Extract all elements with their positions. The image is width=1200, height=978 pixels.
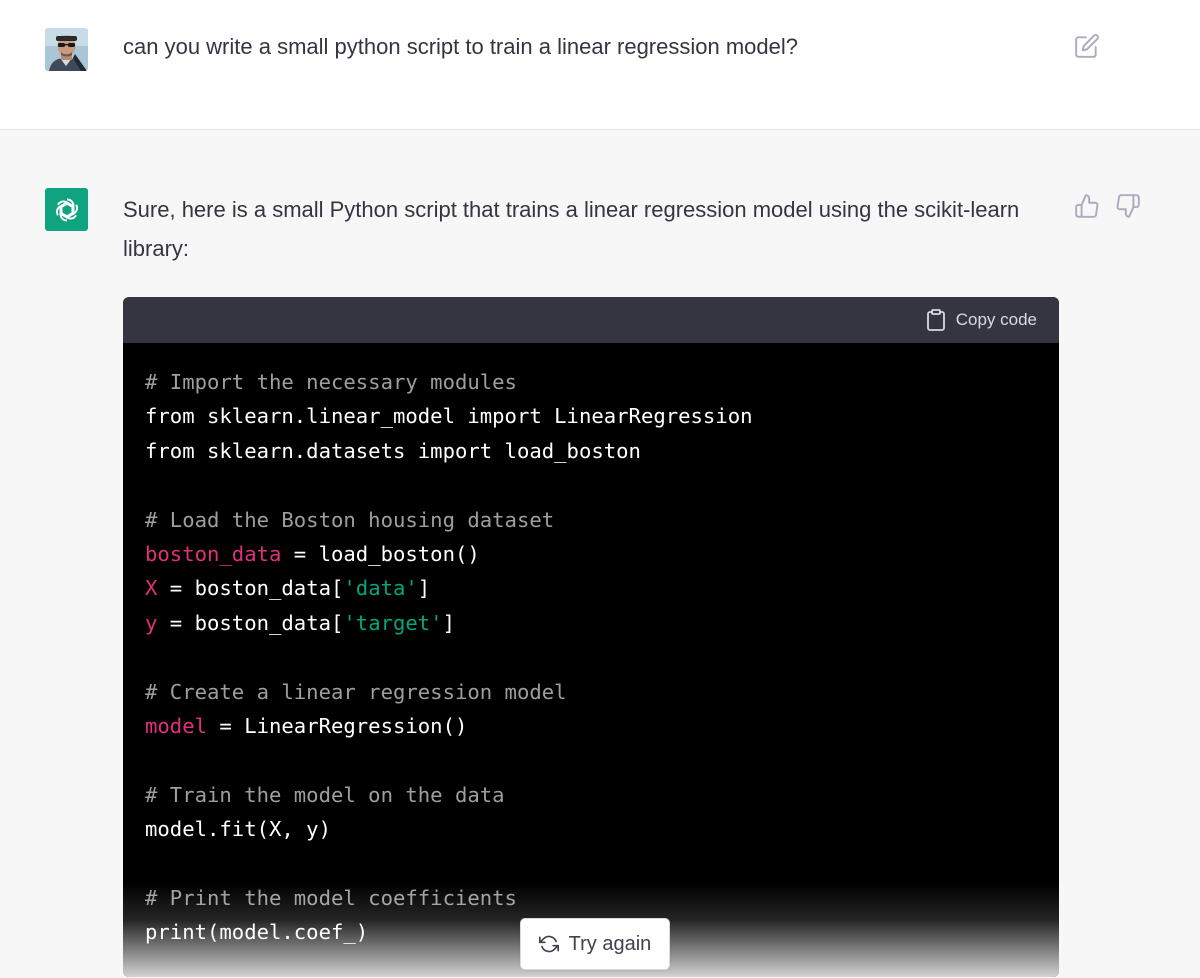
code-token-plain: = boston_data[	[157, 610, 344, 635]
assistant-intro-text: Sure, here is a small Python script that…	[123, 197, 1020, 261]
code-line: y = boston_data['target']	[145, 606, 1037, 640]
chat-page: can you write a small python script to t…	[0, 0, 1200, 978]
user-avatar	[45, 28, 88, 71]
code-line: # Print the model coefficients	[145, 881, 1037, 915]
code-token-plain: print(model.coef_)	[145, 920, 369, 945]
copy-code-label: Copy code	[955, 310, 1037, 329]
code-token-comment: # Import the necessary modules	[145, 370, 517, 394]
code-token-plain: from sklearn.linear_model import LinearR…	[145, 404, 753, 429]
code-token-var: X	[145, 576, 158, 601]
code-token-plain: ]	[417, 576, 431, 601]
code-line: boston_data = load_boston()	[145, 537, 1037, 571]
user-message-text: can you write a small python script to t…	[123, 34, 798, 59]
code-token-var: model	[145, 713, 207, 738]
user-avatar-image	[45, 28, 88, 71]
clipboard-icon	[926, 309, 945, 331]
code-line: # Create a linear regression model	[145, 675, 1037, 709]
thumbs-up-icon	[1075, 194, 1099, 218]
try-again-button[interactable]: Try again	[520, 918, 670, 970]
openai-logo-icon	[55, 198, 78, 221]
code-line: model.fit(X, y)	[145, 812, 1037, 846]
code-block: Copy code # Import the necessary modules…	[123, 297, 1059, 977]
code-token-comment: # Load the Boston housing dataset	[145, 507, 555, 532]
thumbs-down-button[interactable]	[1115, 193, 1141, 219]
code-token-plain: from sklearn.datasets import load_boston	[145, 438, 641, 463]
user-message-row: can you write a small python script to t…	[0, 0, 1200, 130]
code-token-comment: # Train the model on the data	[145, 782, 505, 807]
code-line: from sklearn.datasets import load_boston	[145, 434, 1037, 468]
code-content: # Import the necessary modules from sklea…	[123, 343, 1059, 950]
code-line: X = boston_data['data']	[145, 571, 1037, 605]
code-token-comment: # Print the model coefficients	[145, 885, 517, 910]
code-line: model = LinearRegression()	[145, 709, 1037, 743]
code-line: # Train the model on the data	[145, 778, 1037, 812]
code-block-header: Copy code	[123, 297, 1059, 343]
edit-message-button[interactable]	[1074, 33, 1100, 59]
try-again-label: Try again	[568, 932, 652, 955]
thumbs-down-icon	[1116, 194, 1140, 218]
thumbs-up-button[interactable]	[1074, 193, 1100, 219]
code-token-plain: = load_boston()	[281, 541, 480, 566]
code-token-var: boston_data	[145, 541, 282, 566]
code-token-plain: = boston_data[	[157, 576, 344, 601]
code-line: from sklearn.linear_model import LinearR…	[145, 399, 1037, 433]
code-token-var: y	[145, 610, 158, 635]
code-token-comment: # Create a linear regression model	[145, 679, 567, 704]
assistant-avatar	[45, 188, 88, 231]
code-line: # Import the necessary modules	[145, 365, 1037, 399]
code-token-str: 'target'	[343, 610, 443, 635]
code-token-plain: = LinearRegression()	[207, 713, 468, 738]
code-token-plain: ]	[442, 610, 455, 635]
code-token-str: 'data'	[343, 576, 418, 601]
code-line: # Load the Boston housing dataset	[145, 503, 1037, 537]
copy-code-button[interactable]: Copy code	[926, 308, 1037, 332]
code-token-plain: model.fit(X, y)	[145, 817, 331, 842]
refresh-icon	[538, 935, 559, 953]
assistant-message-row: Sure, here is a small Python script that…	[0, 130, 1200, 978]
edit-icon	[1075, 34, 1099, 58]
